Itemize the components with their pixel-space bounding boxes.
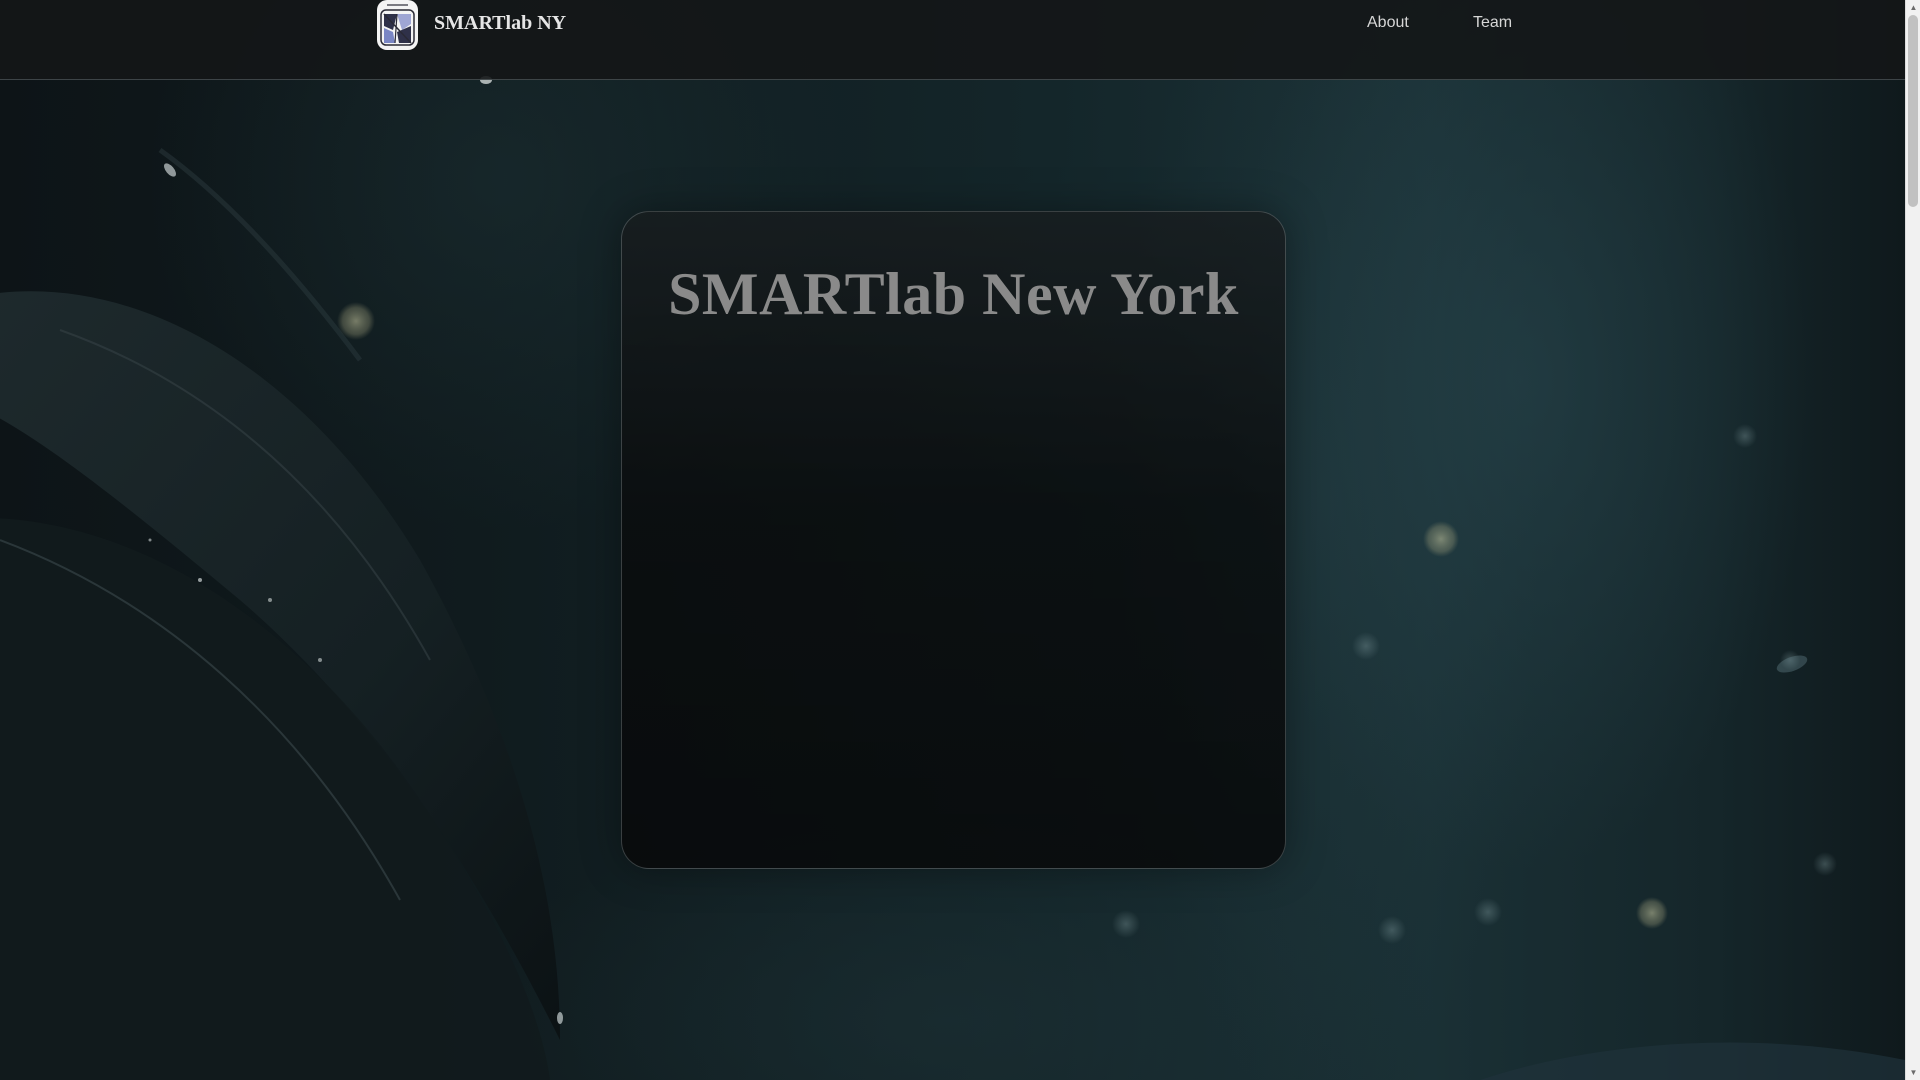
hero-card: SMARTlab New York: [621, 211, 1286, 869]
nav-link-about[interactable]: About: [1367, 14, 1409, 32]
nav-link-team[interactable]: Team: [1473, 14, 1512, 32]
scroll-down-arrow-icon[interactable]: ▼: [1908, 1067, 1919, 1078]
brand-name[interactable]: SMARTlab NY: [434, 12, 566, 35]
scrollbar-thumb[interactable]: [1908, 15, 1918, 207]
vertical-scrollbar[interactable]: ▲ ▼: [1905, 0, 1920, 1080]
page: SMARTlab NY About Team SMARTlab New York…: [0, 0, 1920, 1080]
scroll-up-arrow-icon[interactable]: ▲: [1908, 2, 1919, 13]
smartlab-logo-icon[interactable]: [377, 0, 418, 50]
hero-title: SMARTlab New York: [668, 261, 1239, 327]
site-header: SMARTlab NY About Team: [0, 0, 1905, 80]
